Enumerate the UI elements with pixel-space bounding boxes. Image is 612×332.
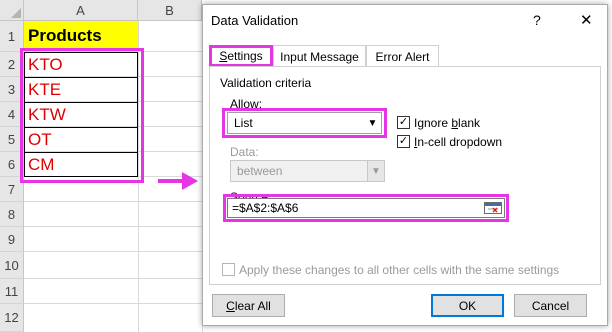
validation-criteria-label: Validation criteria <box>220 76 312 90</box>
dialog-titlebar[interactable]: Data Validation ? ✕ <box>203 5 607 35</box>
pointer-arrow-icon <box>158 172 198 190</box>
data-select-value: between <box>237 164 283 178</box>
data-label: Data: <box>230 145 259 159</box>
column-header-a[interactable]: A <box>24 0 138 21</box>
gridline <box>24 201 214 202</box>
ok-button[interactable]: OK <box>431 294 504 317</box>
highlight-source <box>223 194 509 222</box>
cancel-button[interactable]: Cancel <box>514 294 587 317</box>
in-cell-dropdown-label[interactable]: In-cell dropdown <box>414 135 502 149</box>
row-header-11[interactable]: 11 <box>0 279 24 304</box>
select-all-corner[interactable] <box>0 0 24 21</box>
row-header-8[interactable]: 8 <box>0 202 24 227</box>
ignore-blank-label[interactable]: Ignore blank <box>414 116 480 130</box>
gridline <box>24 226 214 227</box>
in-cell-dropdown-checkbox[interactable]: ✓ <box>397 135 410 148</box>
apply-all-checkbox <box>222 263 235 276</box>
apply-all-label: Apply these changes to all other cells w… <box>239 263 560 277</box>
column-header-b[interactable]: B <box>138 0 202 21</box>
highlight-allow <box>222 108 387 138</box>
cell-a1-products-header[interactable]: Products <box>24 21 138 51</box>
highlight-source-range <box>20 48 144 183</box>
chevron-down-icon: ▼ <box>367 161 384 181</box>
clear-all-button[interactable]: Clear All <box>212 294 285 317</box>
row-header-9[interactable]: 9 <box>0 227 24 252</box>
help-icon[interactable]: ? <box>533 12 541 28</box>
dialog-title: Data Validation <box>211 13 299 28</box>
close-icon[interactable]: ✕ <box>580 11 593 29</box>
ignore-blank-checkbox[interactable]: ✓ <box>397 116 410 129</box>
gridline <box>24 278 214 279</box>
gridline <box>24 251 214 252</box>
tab-input-message[interactable]: Input Message <box>273 45 366 67</box>
settings-panel: Validation criteria Allow: List ▼ ✓ Igno… <box>209 66 601 285</box>
tab-settings[interactable]: Settings <box>209 45 273 67</box>
row-header-12[interactable]: 12 <box>0 304 24 332</box>
gridline <box>24 303 214 304</box>
tab-error-alert[interactable]: Error Alert <box>366 45 439 67</box>
data-select: between ▼ <box>230 160 385 182</box>
row-header-10[interactable]: 10 <box>0 252 24 279</box>
data-validation-dialog: Data Validation ? ✕ Settings Input Messa… <box>202 4 608 326</box>
